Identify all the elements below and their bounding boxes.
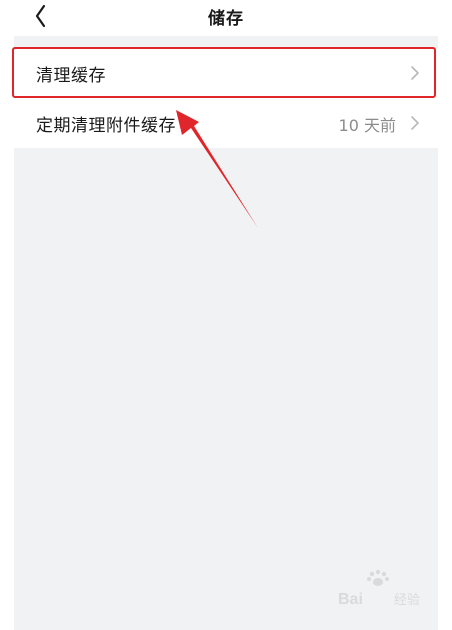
- svg-text:Bai: Bai: [338, 591, 363, 608]
- watermark-logo: Bai 经验: [338, 569, 420, 608]
- page-title: 储存: [208, 9, 244, 29]
- nav-bar: 储存: [0, 0, 452, 36]
- chevron-right-icon: [411, 66, 419, 80]
- auto-clear-value: 10 天前: [338, 116, 396, 135]
- svg-text:经验: 经验: [394, 592, 420, 607]
- auto-clear-attachment-cache-label: 定期清理附件缓存: [36, 116, 176, 136]
- clear-cache-label: 清理缓存: [36, 66, 106, 86]
- chevron-right-icon: [411, 116, 419, 130]
- clear-cache-row[interactable]: 清理缓存: [14, 48, 438, 98]
- auto-clear-attachment-cache-row[interactable]: 定期清理附件缓存 10 天前: [14, 98, 438, 148]
